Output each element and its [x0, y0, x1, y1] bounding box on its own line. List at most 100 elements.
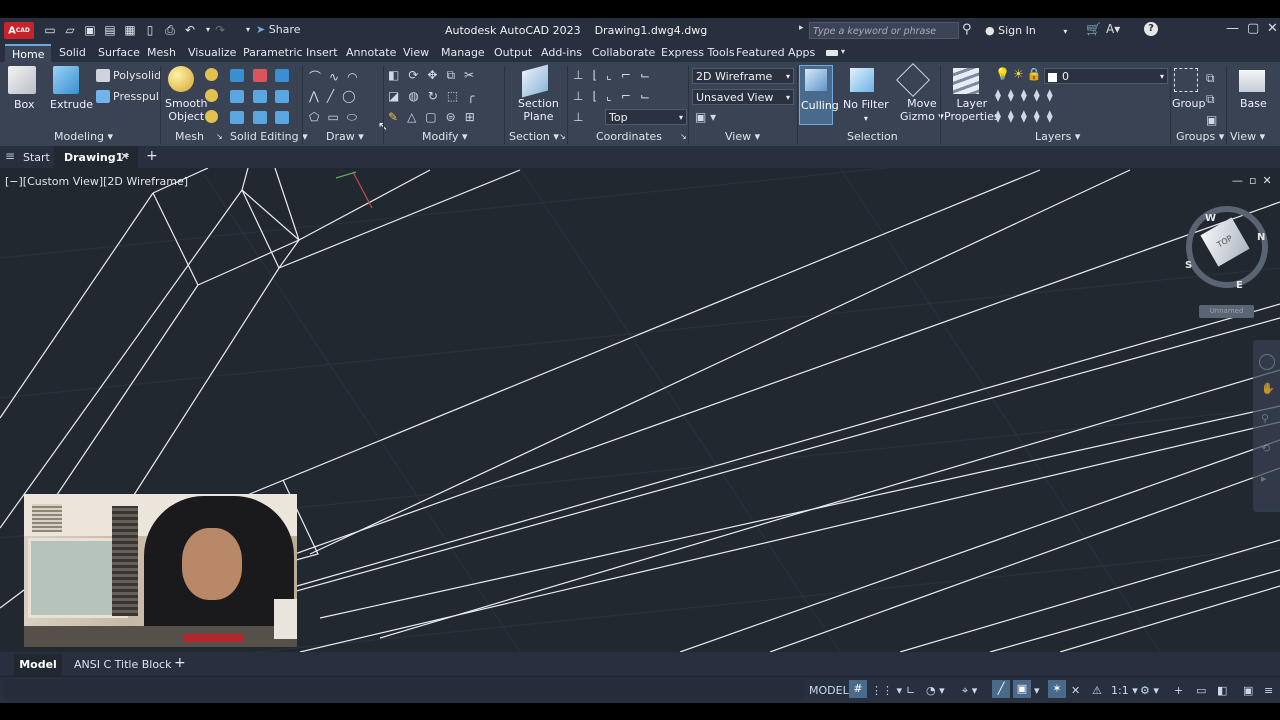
command-line-area[interactable]: [4, 679, 804, 699]
3d-align-icon[interactable]: ◍: [408, 89, 427, 103]
separate-icon[interactable]: [275, 111, 289, 124]
save-as-icon[interactable]: ▤: [102, 22, 118, 38]
modeling-panel-label[interactable]: Modeling ▾: [54, 130, 113, 143]
tab-featured-apps[interactable]: Featured Apps: [736, 46, 815, 59]
units-icon[interactable]: ▭: [1196, 684, 1206, 697]
view-panel-label[interactable]: View ▾: [725, 130, 760, 143]
named-view-dropdown[interactable]: Unsaved View ▾: [692, 89, 794, 105]
polygon-icon[interactable]: ⬠: [309, 110, 327, 124]
save-icon[interactable]: ▣: [82, 22, 98, 38]
extract-edges-icon[interactable]: [230, 111, 244, 124]
ucs-prev-icon[interactable]: ⊥: [573, 89, 592, 103]
viewcube-south-label[interactable]: S: [1185, 260, 1192, 271]
ucs-face-icon[interactable]: ⊥: [573, 110, 583, 124]
close-icon[interactable]: ✕: [1267, 21, 1278, 36]
align-icon[interactable]: ◪: [388, 89, 408, 103]
viewport-config-icon[interactable]: ▣ ▾: [695, 110, 716, 124]
polar-icon[interactable]: ◔ ▾: [926, 684, 945, 697]
groups-panel-label[interactable]: Groups ▾: [1176, 130, 1224, 143]
open-folder-icon[interactable]: ▱: [62, 22, 78, 38]
move-gizmo-button[interactable]: Move Gizmo ▾: [900, 97, 944, 123]
tab-model[interactable]: Model: [14, 654, 62, 676]
modify-panel-label[interactable]: Modify ▾: [422, 130, 467, 143]
steering-wheel-icon[interactable]: [1259, 354, 1275, 370]
lineweight-icon[interactable]: ╱: [992, 680, 1010, 698]
ucs-view-icon[interactable]: ⌙: [640, 68, 659, 82]
ucs-world-icon[interactable]: ⌊: [592, 68, 606, 82]
3d-rotate-icon[interactable]: ⟳: [408, 68, 427, 82]
viewcube-east-label[interactable]: E: [1236, 280, 1243, 291]
group-button[interactable]: Group: [1172, 97, 1206, 110]
ribbon-minimize-icon[interactable]: [826, 50, 838, 56]
scale-icon[interactable]: ⧉: [446, 68, 464, 82]
annotation-scale-value[interactable]: 1:1 ▾: [1111, 684, 1138, 697]
tab-surface[interactable]: Surface: [98, 46, 140, 59]
tab-view[interactable]: View: [403, 46, 429, 59]
ortho-icon[interactable]: ∟: [906, 684, 915, 697]
smooth-more-icon[interactable]: [205, 68, 218, 81]
section-plane-icon[interactable]: [522, 64, 548, 98]
search-input[interactable]: Type a keyword or phrase: [809, 22, 959, 39]
ucs-z-icon[interactable]: ⌐: [621, 89, 640, 103]
culling-button[interactable]: Culling: [799, 65, 839, 125]
osnap-icon[interactable]: ⌖ ▾: [962, 684, 977, 698]
ribbon-minimize-dropdown-icon[interactable]: ▾: [841, 47, 845, 56]
new-tab-icon[interactable]: +: [146, 148, 158, 164]
tab-add-ins[interactable]: Add-ins: [541, 46, 582, 59]
slice-icon[interactable]: [253, 90, 267, 103]
showmotion-icon[interactable]: ▸: [1261, 472, 1267, 485]
refine-mesh-icon[interactable]: [205, 110, 218, 123]
layer-properties-icon[interactable]: [953, 68, 979, 94]
auto-scale-icon[interactable]: ✕: [1071, 684, 1080, 697]
rectangle-icon[interactable]: ▭: [327, 110, 346, 124]
extrude-button[interactable]: Extrude: [50, 98, 93, 111]
model-space-toggle[interactable]: MODEL: [809, 684, 849, 697]
ucs-object-icon[interactable]: ⌙: [640, 89, 659, 103]
sign-in-button[interactable]: ● Sign In ▾: [985, 24, 1067, 37]
layer-dropdown[interactable]: 0 ▾: [1044, 68, 1168, 84]
union-icon[interactable]: [230, 69, 244, 82]
open-web-icon[interactable]: ▯: [142, 22, 158, 38]
tab-visualize[interactable]: Visualize: [188, 46, 236, 59]
tab-annotate[interactable]: Annotate: [346, 46, 396, 59]
ellipse-icon[interactable]: ⬭: [347, 110, 365, 124]
pan-icon[interactable]: ✋: [1261, 382, 1275, 395]
move-icon[interactable]: ✥: [427, 68, 446, 82]
coordinates-panel-label[interactable]: Coordinates: [596, 130, 662, 143]
tab-collaborate[interactable]: Collaborate: [592, 46, 655, 59]
tab-express-tools[interactable]: Express Tools: [661, 46, 735, 59]
trim-icon[interactable]: ✂: [464, 68, 483, 82]
layer-state-icons[interactable]: 💡☀🔒: [995, 67, 1045, 81]
base-view-icon[interactable]: [1239, 70, 1265, 92]
mirror-icon[interactable]: ◧: [388, 68, 408, 82]
plot-icon[interactable]: ⎙: [162, 22, 178, 38]
layer-properties-button[interactable]: Layer Properties: [944, 97, 1000, 123]
customize-dropdown-icon[interactable]: ▾: [240, 22, 256, 38]
ucs-menu-button[interactable]: Unnamed: [1199, 305, 1254, 318]
smooth-object-button[interactable]: Smooth Object: [165, 97, 207, 123]
subtract-icon[interactable]: [253, 69, 267, 82]
ucs-3point-icon[interactable]: ⌐: [621, 68, 640, 82]
polygon-line-icon[interactable]: ⋀: [309, 89, 327, 103]
intersect-icon[interactable]: [275, 69, 289, 82]
copy-icon[interactable]: ▢: [425, 110, 445, 124]
mesh-dialog-icon[interactable]: ↘: [216, 132, 223, 141]
maximize-icon[interactable]: ▢: [1247, 21, 1259, 36]
spline-icon[interactable]: ∿: [329, 70, 347, 84]
ucs-origin-icon[interactable]: ⌞: [606, 68, 621, 82]
mesh-panel-label[interactable]: Mesh: [175, 130, 204, 143]
search-expand-icon[interactable]: ▸: [799, 23, 804, 33]
file-tabs-menu-icon[interactable]: ≡: [5, 149, 15, 163]
share-button[interactable]: ➤ Share: [256, 23, 300, 36]
ucs-named-dropdown[interactable]: Top ▾: [605, 109, 687, 125]
undo-icon[interactable]: ↶: [182, 22, 198, 38]
move-gizmo-icon[interactable]: [896, 63, 930, 97]
ucs-y-icon[interactable]: ⌞: [606, 89, 621, 103]
erase-icon[interactable]: ✎: [388, 110, 407, 124]
new-file-icon[interactable]: ▭: [42, 22, 58, 38]
status-dropdown-icon[interactable]: ▾: [1034, 684, 1040, 697]
ucs-x-icon[interactable]: ⌊: [592, 89, 606, 103]
drawing-canvas[interactable]: [−][Custom View][2D Wireframe] —▫✕ TOP N…: [0, 168, 1280, 652]
selection-cycling-icon[interactable]: ▣: [1013, 680, 1031, 698]
snap-icon[interactable]: ⋮⋮ ▾: [871, 684, 902, 697]
